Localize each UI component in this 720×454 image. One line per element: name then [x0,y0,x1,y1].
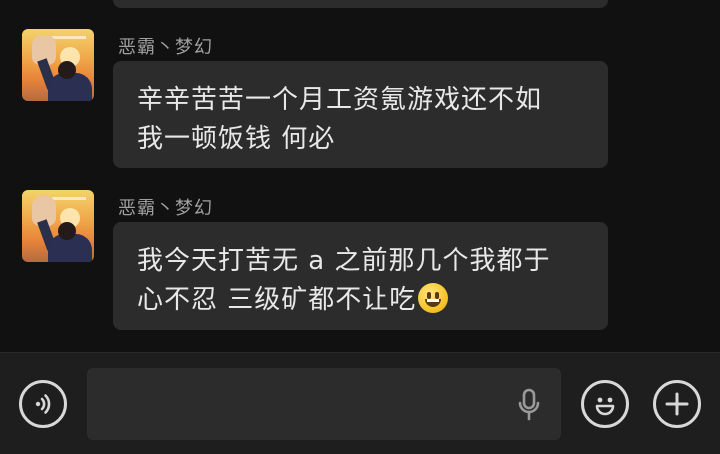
sender-name: 恶霸丶梦幻 [118,198,213,219]
more-actions-button[interactable] [653,380,701,428]
microphone-icon[interactable] [517,388,541,422]
message-line: 辛辛苦苦一个月工资氪游戏还不如 [137,85,543,115]
avatar[interactable] [22,29,94,101]
message-bubble[interactable]: 我今天打苦无 a 之前那几个我都于 心不忍 三级矿都不让吃 [113,222,608,330]
message-bubble[interactable]: 辛辛苦苦一个月工资氪游戏还不如 我一顿饭钱 何必 [113,61,608,168]
previous-message-bubble [113,0,608,8]
emoji-icon [595,397,615,416]
voice-toggle-button[interactable] [19,380,67,428]
avatar-caption [52,36,86,39]
emoji-button[interactable] [581,380,629,428]
message-line: 心不忍 三级矿都不让吃 [137,285,417,315]
chat-area: 恶霸丶梦幻 辛辛苦苦一个月工资氪游戏还不如 我一顿饭钱 何必 恶霸丶梦幻 我今天… [0,0,720,352]
voice-mode-icon [35,394,51,414]
avatar-caption [52,197,86,200]
message-line: 我今天打苦无 a 之前那几个我都于 [137,246,551,276]
grinning-face-emoji-icon [418,283,449,313]
message-line-with-emoji: 心不忍 三级矿都不让吃 [137,281,586,320]
sender-name: 恶霸丶梦幻 [118,37,213,58]
avatar-head [58,222,76,240]
input-toolbar [0,352,720,454]
message-input[interactable] [87,368,561,440]
message-line: 我一顿饭钱 何必 [137,124,336,154]
avatar-head [58,61,76,79]
avatar[interactable] [22,190,94,262]
plus-icon [665,392,689,416]
